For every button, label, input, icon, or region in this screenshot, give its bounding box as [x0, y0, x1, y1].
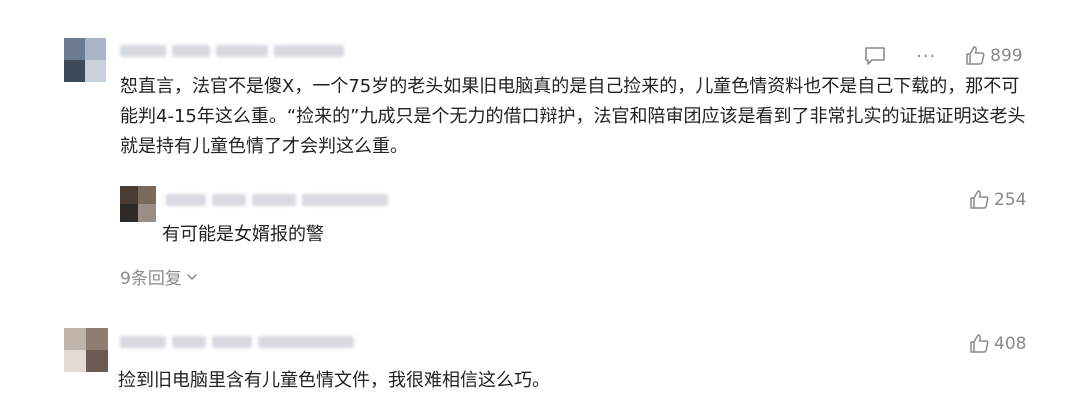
avatar[interactable] [64, 38, 106, 82]
username-blurred[interactable] [120, 336, 354, 348]
like-button[interactable]: 408 [968, 333, 1026, 355]
comment-actions: ··· 899 [864, 44, 1023, 68]
comment-actions: 254 [968, 188, 1026, 212]
avatar-pixel [64, 328, 86, 350]
like-count: 408 [994, 334, 1027, 354]
avatar-pixel [64, 60, 85, 82]
more-icon[interactable]: ··· [916, 46, 936, 67]
chevron-down-icon [185, 270, 199, 284]
avatar-pixel [86, 328, 108, 350]
view-replies-button[interactable]: 9条回复 [120, 264, 199, 289]
like-count: 254 [994, 190, 1027, 210]
like-button[interactable]: 254 [968, 189, 1026, 211]
avatar[interactable] [64, 328, 108, 372]
comment-icon[interactable] [864, 46, 886, 66]
avatar-pixel [85, 38, 106, 60]
avatar-pixel [120, 186, 138, 204]
comment-text: 有可能是女婿报的警 [162, 224, 324, 245]
avatar-pixel [86, 350, 108, 372]
avatar-pixel [138, 204, 156, 222]
avatar-pixel [138, 186, 156, 204]
avatar[interactable] [120, 186, 156, 222]
like-button[interactable]: 899 [964, 45, 1023, 67]
username-blurred[interactable] [120, 45, 344, 57]
comment-text: 捡到旧电脑里含有儿童色情文件，我很难相信这么巧。 [118, 370, 550, 391]
username-blurred[interactable] [166, 194, 388, 206]
like-icon [968, 189, 990, 211]
like-icon [964, 45, 986, 67]
avatar-pixel [120, 204, 138, 222]
comment-1: ··· 899 恕直言，法官不是傻X，一个75岁的老头如果旧电脑真的是自己捡来的… [0, 0, 1080, 180]
avatar-pixel [64, 350, 86, 372]
like-count: 899 [990, 46, 1023, 66]
comment-2: 254 有可能是女婿报的警 [0, 180, 1080, 260]
comment-text: 恕直言，法官不是傻X，一个75岁的老头如果旧电脑真的是自己捡来的，儿童色情资料也… [120, 76, 1026, 157]
replies-label: 9条回复 [120, 269, 182, 289]
avatar-pixel [64, 38, 85, 60]
avatar-pixel [85, 60, 106, 82]
comment-3: 408 捡到旧电脑里含有儿童色情文件，我很难相信这么巧。 [0, 320, 1080, 408]
comment-actions: 408 [968, 332, 1026, 356]
like-icon [968, 333, 990, 355]
